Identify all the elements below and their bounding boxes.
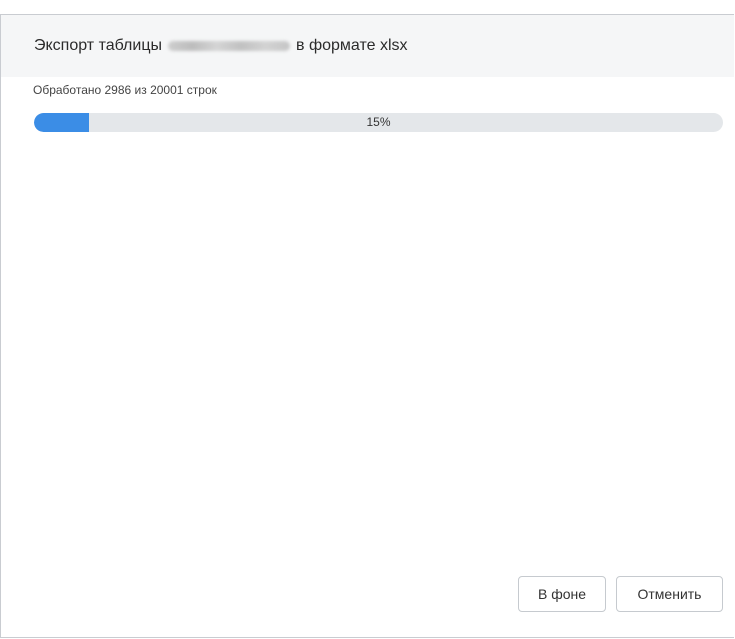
progress-bar: 15% xyxy=(34,113,723,132)
dialog-header: Экспорт таблицы в формате xlsx xyxy=(1,15,734,77)
redacted-table-name xyxy=(168,41,290,51)
dialog-title-suffix: в формате xlsx xyxy=(296,37,408,54)
progress-label: Обработано 2986 из 20001 строк xyxy=(33,83,217,97)
cancel-button[interactable]: Отменить xyxy=(616,576,723,612)
dialog-title-prefix: Экспорт таблицы xyxy=(34,37,162,54)
dialog-title: Экспорт таблицы в формате xlsx xyxy=(34,37,408,55)
export-dialog: Экспорт таблицы в формате xlsx xyxy=(0,14,734,638)
run-in-background-button[interactable]: В фоне xyxy=(518,576,606,612)
progress-percent: 15% xyxy=(366,115,391,129)
